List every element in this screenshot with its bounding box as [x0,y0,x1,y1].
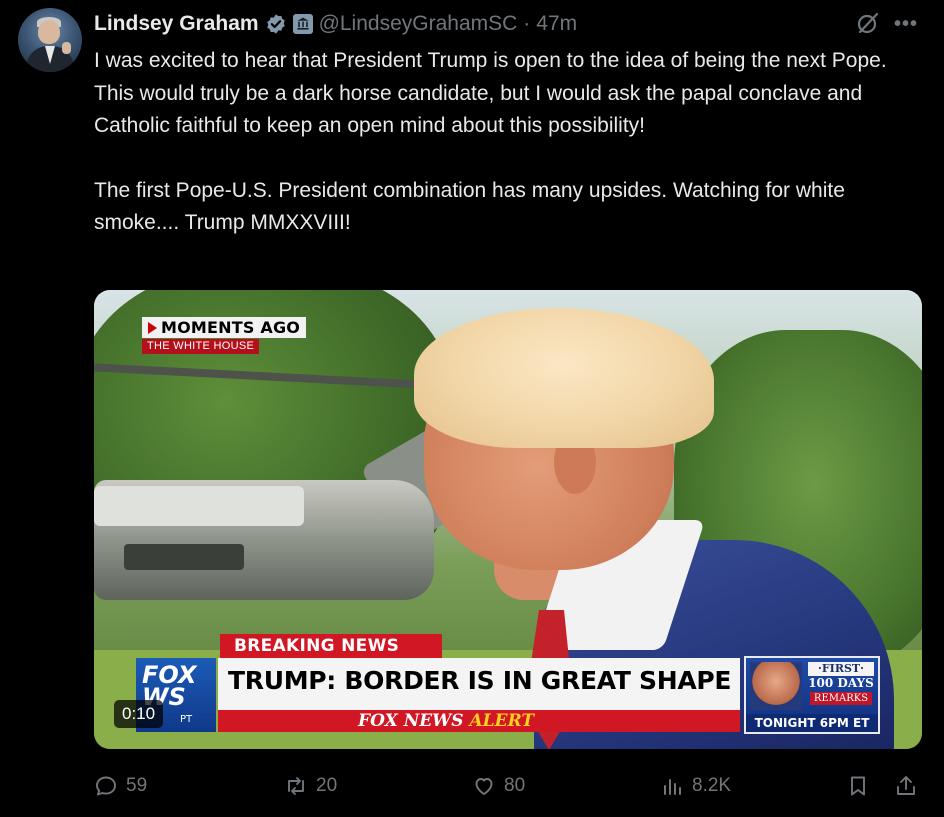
views-icon [664,779,681,795]
share-icon [897,776,915,795]
fox-logo-timezone: PT [180,714,193,725]
verified-badge-icon[interactable] [265,13,287,35]
breaking-word: BREAKING [234,636,335,656]
video-player[interactable]: MOMENTS AGO THE WHITE HOUSE BREAKING NEW… [94,290,922,749]
more-icon[interactable]: ••• [894,13,918,36]
alert-bar: FOX NEWS ALERT [218,710,740,732]
like-icon [475,778,493,795]
headline-bar: TRUMP: BORDER IS IN GREAT SHAPE [218,658,740,710]
promo-tonight: TONIGHT 6PM ET [746,714,878,732]
bookmark-icon [851,776,865,796]
grok-icon[interactable] [855,10,881,36]
promo-days: 100 DAYS [808,676,874,690]
tweet[interactable]: Lindsey Graham @LindseyGrahamSC · 47m ••… [0,0,944,817]
reply-count: 59 [126,775,148,796]
repost-button[interactable]: 20 [284,770,337,802]
person-hair [414,308,714,448]
reply-button[interactable]: 59 [94,770,147,802]
chyron-headline: TRUMP: BORDER IS IN GREAT SHAPE [228,666,732,695]
tweet-paragraph-1: I was excited to hear that President Tru… [94,49,887,137]
reply-icon [96,776,116,796]
tweet-text: I was excited to hear that President Tru… [94,45,924,240]
bookmark-button[interactable] [846,770,870,802]
moments-ago-text: MOMENTS AGO [161,318,301,337]
avatar[interactable] [18,8,82,72]
location-badge: THE WHITE HOUSE [142,339,260,354]
helicopter-window [124,544,244,570]
like-count: 80 [504,775,526,796]
video-duration: 0:10 [114,700,164,728]
alert-text: FOX NEWS ALERT [358,711,534,731]
promo-remarks: REMARKS [810,692,872,705]
news-word: NEWS [341,636,400,656]
promo-first: ·FIRST· [808,662,874,676]
play-arrow-icon [148,321,157,334]
tweet-paragraph-2: The first Pope-U.S. President combinatio… [94,178,845,235]
timestamp[interactable]: 47m [536,12,577,36]
share-button[interactable] [894,770,918,802]
alert-brand: FOX NEWS [358,711,464,731]
views-button[interactable]: 8.2K [660,770,731,802]
promo-box: ·FIRST· 100 DAYS REMARKS TONIGHT 6PM ET [744,656,880,734]
like-button[interactable]: 80 [472,770,525,802]
breaking-news-banner: BREAKING NEWS [220,634,442,658]
promo-photo [750,662,802,710]
separator-dot: · [523,12,531,35]
view-count: 8.2K [692,775,732,796]
alert-word: ALERT [469,711,535,731]
repost-icon [288,777,304,795]
action-bar: 59 20 80 8.2K [94,770,924,802]
repost-count: 20 [316,775,338,796]
author-handle[interactable]: @LindseyGrahamSC [319,12,518,36]
government-building-icon[interactable] [292,14,313,34]
helicopter-top [94,486,304,526]
avatar-hand [62,42,71,54]
moments-ago-badge: MOMENTS AGO [142,317,307,338]
author-name[interactable]: Lindsey Graham [94,12,259,36]
tweet-header: Lindsey Graham @LindseyGrahamSC · 47m [94,10,577,38]
avatar-head [38,20,60,44]
